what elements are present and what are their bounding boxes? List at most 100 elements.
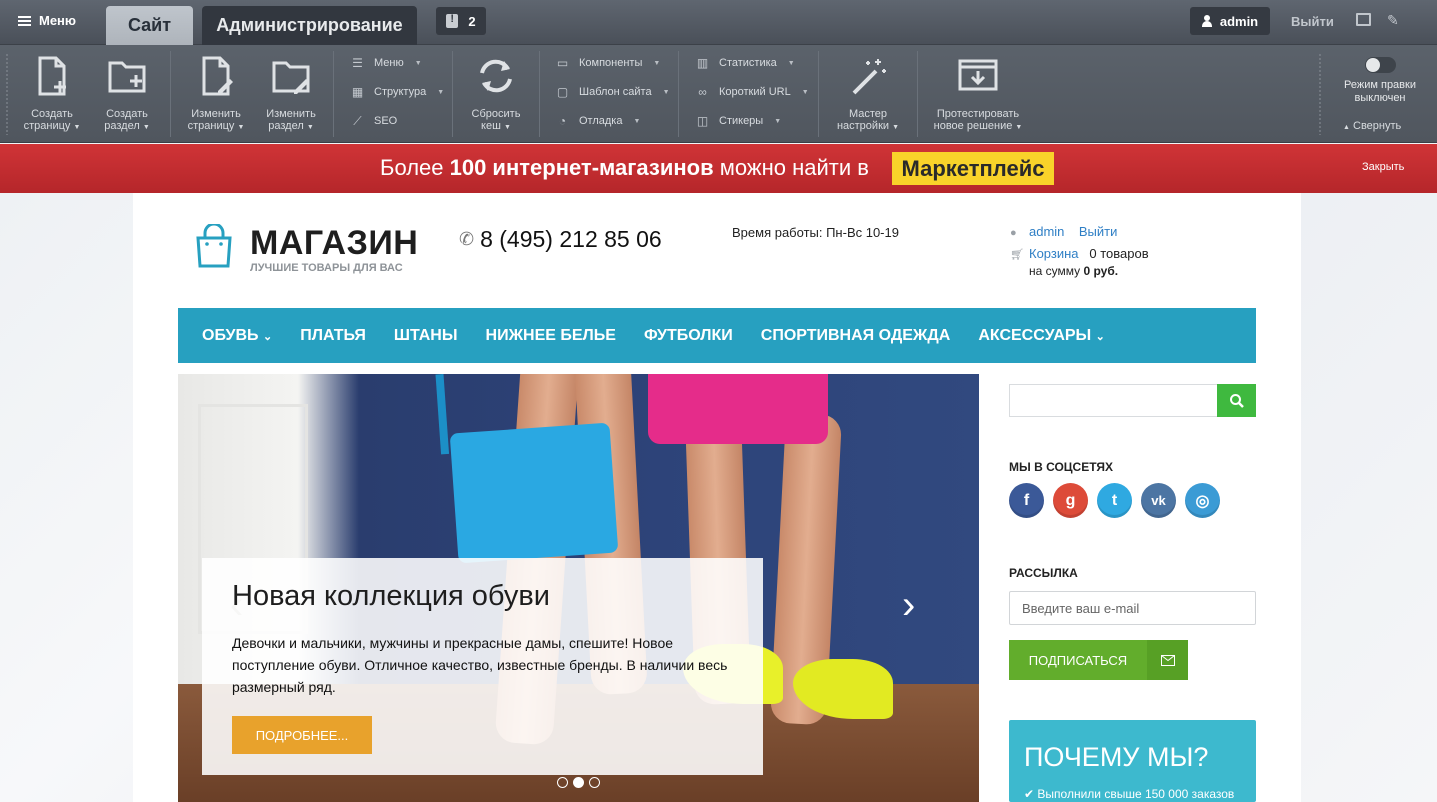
header-user-link[interactable]: admin: [1029, 224, 1064, 239]
edit-page-icon: [202, 56, 233, 96]
slider-dot[interactable]: [589, 777, 600, 788]
toolbar-template-item[interactable]: ▢ Шаблон сайта ▼: [555, 84, 670, 100]
vk-glyph: vk: [1151, 493, 1166, 508]
admin-menu-button[interactable]: Меню: [18, 13, 76, 28]
admin-menu-label: Меню: [39, 13, 77, 28]
bar-chart-icon: ▥: [696, 56, 709, 70]
edit-section-button[interactable]: Изменить раздел ▼: [257, 53, 325, 134]
slide-text: Девочки и мальчики, мужчины и прекрасные…: [232, 635, 728, 695]
search-button[interactable]: [1217, 384, 1256, 417]
reset-cache-label-2: кеш: [481, 120, 501, 132]
slide-title: Новая коллекция обуви: [232, 580, 550, 612]
create-page-button[interactable]: Создать страницу ▼: [18, 53, 86, 134]
edit-mode-label: Режим правки: [1344, 79, 1416, 91]
header-logout-link[interactable]: Выйти: [1079, 224, 1118, 239]
social-links: f g t vk ◎: [1009, 483, 1220, 518]
chevron-up-icon: ▲: [1343, 124, 1350, 131]
cart-sum-value: 0 руб.: [1083, 264, 1119, 278]
collapse-label: Свернуть: [1353, 120, 1402, 132]
edit-mode-toggle[interactable]: [1365, 57, 1396, 73]
cart-sum-label: на сумму: [1029, 264, 1084, 278]
slide-more-button[interactable]: ПОДРОБНЕЕ...: [232, 716, 372, 754]
create-section-label-1: Создать: [106, 108, 148, 120]
reset-cache-label-1: Сбросить: [471, 108, 521, 120]
cart-count: 0 товаров: [1089, 246, 1149, 261]
slider-dot[interactable]: [557, 777, 568, 788]
hero-slider: ‹ Новая коллекция обуви Девочки и мальчи…: [178, 374, 979, 802]
instagram-icon[interactable]: ◎: [1185, 483, 1220, 518]
reset-cache-button[interactable]: Сбросить кеш ▼: [462, 53, 530, 134]
facebook-icon[interactable]: f: [1009, 483, 1044, 518]
create-section-icon: [108, 61, 146, 93]
toolbar-seo-item[interactable]: ⟋ SEO: [350, 113, 397, 129]
search-input[interactable]: [1009, 384, 1217, 417]
slider-dot-active[interactable]: [573, 777, 584, 788]
toolbar-debug-label: Отладка: [579, 115, 623, 127]
setup-wizard-button[interactable]: Мастер настройки ▼: [830, 53, 906, 134]
why-us-item: ✔ Выполнили свыше 150 000 заказов: [1024, 787, 1234, 801]
toolbar-template-label: Шаблон сайта: [579, 86, 652, 98]
nav-item-shoes[interactable]: ОБУВЬ ⌄: [202, 327, 272, 345]
toolbar-debug-item[interactable]: ◔ Отладка ▼: [555, 113, 641, 129]
why-us-item-text: Выполнили свыше 150 000 заказов: [1037, 787, 1235, 801]
marketplace-banner[interactable]: Более 100 интернет-магазинов можно найти…: [0, 144, 1437, 193]
edit-page-label-1: Изменить: [191, 108, 241, 120]
cart-sum: на сумму 0 руб.: [1029, 264, 1118, 278]
logo-name[interactable]: МАГАЗИН: [250, 224, 418, 263]
slider-next-arrow[interactable]: ›: [902, 583, 915, 628]
pin-icon[interactable]: ✎: [1387, 12, 1399, 29]
gauge-icon: ◔: [558, 114, 567, 128]
window-icon[interactable]: [1356, 13, 1371, 26]
toolbar-menu-item[interactable]: ☰ Меню ▼: [350, 55, 422, 71]
marketplace-badge[interactable]: Маркетплейс: [892, 152, 1054, 185]
test-new-solution-button[interactable]: Протестировать новое решение ▼: [930, 53, 1026, 134]
admin-user-button[interactable]: admin: [1190, 7, 1270, 35]
google-plus-icon[interactable]: g: [1053, 483, 1088, 518]
phone-number: 8 (495) 212 85 06: [480, 226, 662, 252]
notification-icon: [446, 13, 459, 28]
envelope-icon: [1147, 640, 1188, 680]
banner-close-link[interactable]: Закрыть: [1362, 161, 1404, 173]
toolbar-statistics-item[interactable]: ▥ Статистика ▼: [695, 55, 795, 71]
toolbar-separator: [170, 51, 171, 137]
social-title: МЫ В СОЦСЕТЯХ: [1009, 460, 1114, 474]
create-section-button[interactable]: Создать раздел ▼: [93, 53, 161, 134]
toolbar-short-url-item[interactable]: ∞ Короткий URL ▼: [695, 84, 808, 100]
toolbar-components-item[interactable]: ▭ Компоненты ▼: [555, 55, 660, 71]
newsletter-email-input[interactable]: [1009, 591, 1256, 625]
list-icon: ☰: [352, 56, 363, 70]
admin-toolbar: Создать страницу ▼ Создать раздел ▼ Изме…: [0, 45, 1437, 143]
create-page-icon: [38, 56, 66, 96]
vk-icon[interactable]: vk: [1141, 483, 1176, 518]
edit-page-button[interactable]: Изменить страницу ▼: [182, 53, 250, 134]
admin-logout-link[interactable]: Выйти: [1291, 14, 1334, 29]
nav-item-tshirts[interactable]: ФУТБОЛКИ: [644, 327, 733, 345]
toolbar-components-label: Компоненты: [579, 57, 643, 69]
nav-item-accessories[interactable]: АКСЕССУАРЫ ⌄: [978, 327, 1105, 345]
nav-item-pants[interactable]: ШТАНЫ: [394, 327, 458, 345]
cart-link[interactable]: Корзина: [1029, 246, 1079, 261]
nav-item-dresses[interactable]: ПЛАТЬЯ: [300, 327, 366, 345]
banner-text: Более 100 интернет-магазинов можно найти…: [380, 155, 869, 181]
user-icon: ●: [1010, 227, 1017, 239]
admin-username: admin: [1219, 13, 1259, 29]
nav-item-sportswear[interactable]: СПОРТИВНАЯ ОДЕЖДА: [761, 327, 951, 345]
toolbar-structure-item[interactable]: ▦ Структура ▼: [350, 84, 444, 100]
twitter-icon[interactable]: t: [1097, 483, 1132, 518]
create-section-label-2: раздел: [104, 120, 140, 132]
subscribe-label: ПОДПИСАТЬСЯ: [1028, 652, 1128, 668]
shopping-bag-logo-icon: [196, 224, 232, 268]
collapse-toolbar-button[interactable]: ▲ Свернуть: [1343, 120, 1401, 132]
edit-section-label-2: раздел: [268, 120, 304, 132]
tab-administration[interactable]: Администрирование: [202, 6, 417, 45]
toolbar-stickers-item[interactable]: ◫ Стикеры ▼: [695, 113, 781, 129]
subscribe-button[interactable]: ПОДПИСАТЬСЯ: [1009, 640, 1188, 680]
nav-item-underwear[interactable]: НИЖНЕЕ БЕЛЬЕ: [486, 327, 616, 345]
banner-text-before: Более: [380, 155, 450, 180]
toolbar-separator: [452, 51, 453, 137]
tab-site[interactable]: Сайт: [106, 6, 193, 45]
toolbar-separator: [678, 51, 679, 137]
working-hours: Время работы: Пн-Вс 10-19: [732, 225, 899, 240]
admin-top-bar: Меню Сайт Администрирование 2 admin Выйт…: [0, 0, 1437, 45]
notifications-button[interactable]: 2: [436, 7, 486, 35]
